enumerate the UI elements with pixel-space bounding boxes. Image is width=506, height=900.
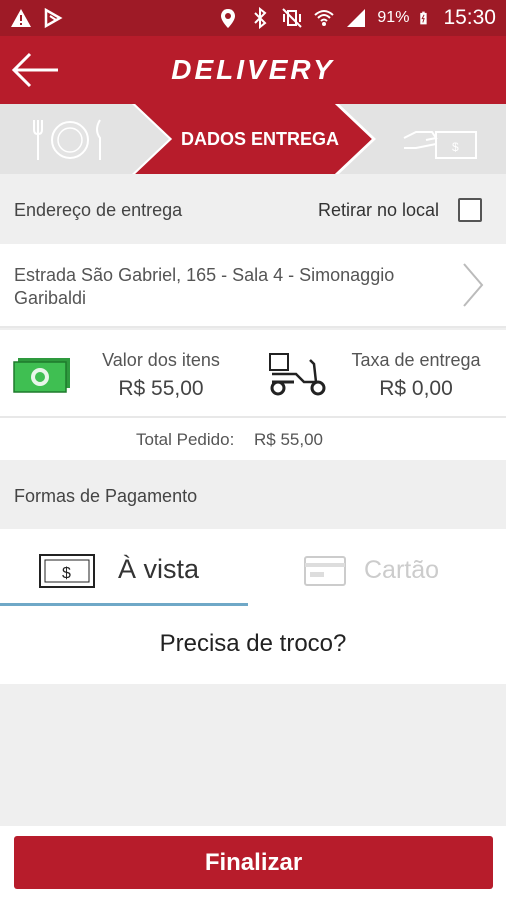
total-label: Total Pedido: [136,430,235,449]
battery-icon [420,11,428,25]
svg-text:$: $ [452,140,459,154]
finish-button[interactable]: Finalizar [14,836,493,889]
change-question[interactable]: Precisa de troco? [0,630,506,658]
active-tab-indicator [0,603,248,606]
tab-card[interactable]: Cartão [364,556,439,585]
total-value: R$ 55,00 [254,430,323,449]
clock: 15:30 [443,6,496,29]
battery-percent: 91% [377,9,410,26]
payment-hand-icon: $ [403,131,477,159]
bluetooth-icon [254,7,267,29]
mute-vibrate-icon [282,8,303,28]
credit-card-icon [304,556,346,586]
signal-icon [347,9,366,27]
warning-icon [11,9,31,27]
cash-note-icon: $ [39,554,95,588]
pickup-label[interactable]: Retirar no local [318,200,439,221]
address-section-title: Endereço de entrega [14,200,183,220]
wifi-icon [314,10,335,26]
notification-icon [44,7,63,29]
checkout-steps: DADOS ENTREGA $ [0,104,506,174]
total-row [0,418,506,460]
step-active-label: DADOS ENTREGA [180,129,339,149]
app-bar: DELIVERY [0,36,506,104]
chevron-right-icon[interactable] [462,262,484,308]
delivery-scooter-icon [269,353,326,396]
page-title: DELIVERY [171,54,335,85]
svg-text:$: $ [62,565,71,582]
values-row [0,330,506,416]
status-bar: 91% 15:30 [0,0,506,36]
delivery-fee-label: Taxa de entrega [351,350,481,370]
delivery-fee-value: R$ 0,00 [379,377,453,400]
tab-cash[interactable]: À vista [118,554,199,585]
location-icon [221,9,236,28]
money-icon [13,358,70,393]
divider [0,326,506,328]
delivery-address: Estrada São Gabriel, 165 - Sala 4 - Simo… [14,265,395,308]
items-value-label: Valor dos itens [102,350,220,370]
pickup-checkbox[interactable] [458,198,482,222]
plate-cutlery-icon [33,119,101,160]
payment-section-title: Formas de Pagamento [14,486,198,506]
items-value: R$ 55,00 [118,377,204,400]
